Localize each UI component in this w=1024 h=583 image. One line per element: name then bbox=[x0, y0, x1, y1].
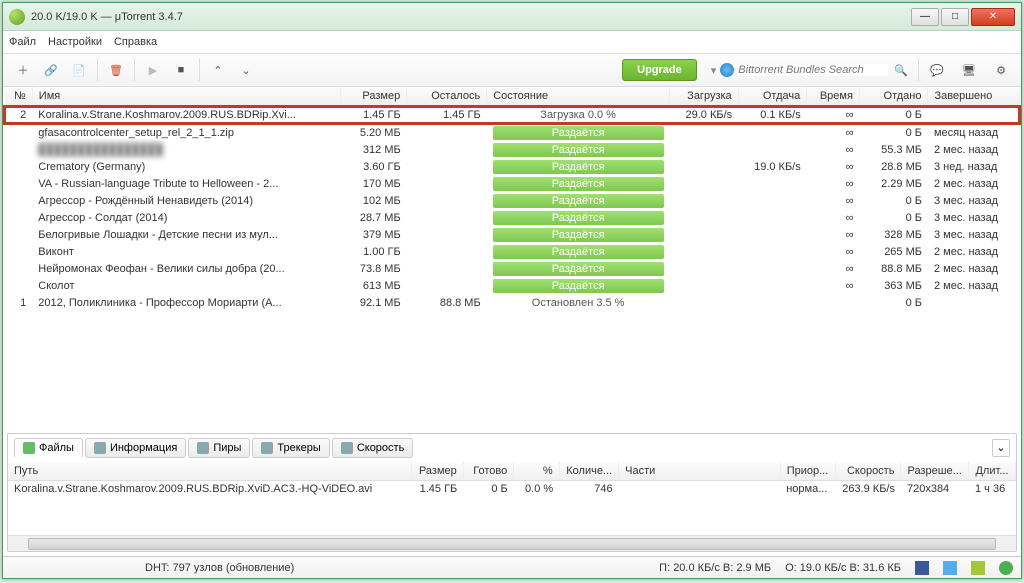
maximize-button[interactable]: □ bbox=[941, 8, 969, 26]
table-row[interactable]: 12012, Поликлиника - Профессор Мориарти … bbox=[5, 294, 1020, 311]
col-up[interactable]: Отдача bbox=[738, 87, 807, 107]
table-row[interactable]: Агрессор - Солдат (2014)28.7 МБРаздаётся… bbox=[5, 209, 1020, 226]
table-row[interactable]: VA - Russian-language Tribute to Hellowe… bbox=[5, 175, 1020, 192]
table-row[interactable]: Агрессор - Рождённый Ненавидеть (2014)10… bbox=[5, 192, 1020, 209]
remote-button[interactable]: 🖥 bbox=[955, 57, 983, 83]
table-row[interactable]: gfasacontrolcenter_setup_rel_2_1_1.zip5.… bbox=[5, 124, 1020, 142]
network-ok-icon[interactable] bbox=[999, 561, 1013, 575]
upgrade-button[interactable]: Upgrade bbox=[622, 59, 697, 81]
col-size[interactable]: Размер bbox=[340, 87, 406, 107]
spacer bbox=[3, 311, 1021, 429]
fcol-speed[interactable]: Скорость bbox=[835, 462, 901, 481]
fcol-pieces[interactable]: Количе... bbox=[559, 462, 618, 481]
table-row[interactable]: Koralina.v.Strane.Koshmarov.2009.RUS.BDR… bbox=[8, 480, 1016, 497]
facebook-icon[interactable] bbox=[915, 561, 929, 575]
table-row[interactable]: ████████████████312 МБРаздаётся∞55.3 МБ2… bbox=[5, 141, 1020, 158]
fcol-path[interactable]: Путь bbox=[8, 462, 412, 481]
torrent-list: № Имя Размер Осталось Состояние Загрузка… bbox=[3, 87, 1021, 311]
stop-button[interactable]: ■ bbox=[167, 57, 195, 83]
add-torrent-button[interactable]: ＋ bbox=[9, 57, 37, 83]
tab-files[interactable]: Файлы bbox=[14, 438, 83, 458]
move-down-button[interactable]: ⌄ bbox=[232, 57, 260, 83]
table-row[interactable]: Сколот613 МБРаздаётся∞363 МБ2 мес. назад bbox=[5, 277, 1020, 294]
dht-status: DHT: 797 узлов (обновление) bbox=[145, 562, 294, 574]
fcol-dur[interactable]: Длит... bbox=[969, 462, 1016, 481]
tab-peers[interactable]: Пиры bbox=[188, 438, 250, 458]
menu-settings[interactable]: Настройки bbox=[48, 36, 102, 48]
col-time[interactable]: Время bbox=[807, 87, 860, 107]
table-row[interactable]: Crematory (Germany)3.60 ГБРаздаётся19.0 … bbox=[5, 158, 1020, 175]
create-torrent-button[interactable]: 📄 bbox=[65, 57, 93, 83]
tab-trackers[interactable]: Трекеры bbox=[252, 438, 329, 458]
start-button[interactable]: ▶ bbox=[139, 57, 167, 83]
table-row[interactable]: Нейромонах Феофан - Велики силы добра (2… bbox=[5, 260, 1020, 277]
app-window: 20.0 K/19.0 K — μTorrent 3.4.7 — □ ✕ Фай… bbox=[2, 2, 1022, 579]
speed-icon bbox=[341, 442, 353, 454]
fcol-parts[interactable]: Части bbox=[619, 462, 781, 481]
search-input[interactable] bbox=[738, 64, 888, 76]
twitter-icon[interactable] bbox=[943, 561, 957, 575]
tab-info[interactable]: Информация bbox=[85, 438, 186, 458]
details-panel: Файлы Информация Пиры Трекеры Скорость ⌄… bbox=[7, 433, 1017, 553]
close-button[interactable]: ✕ bbox=[971, 8, 1015, 26]
details-tabs: Файлы Информация Пиры Трекеры Скорость ⌄ bbox=[8, 434, 1016, 462]
peers-icon bbox=[197, 442, 209, 454]
trackers-icon bbox=[261, 442, 273, 454]
expand-details-button[interactable]: ⌄ bbox=[992, 439, 1010, 457]
delete-button[interactable]: 🗑 bbox=[102, 57, 130, 83]
menu-file[interactable]: Файл bbox=[9, 36, 36, 48]
col-remain[interactable]: Осталось bbox=[407, 87, 487, 107]
col-given[interactable]: Отдано bbox=[859, 87, 928, 107]
table-row[interactable]: 2Koralina.v.Strane.Koshmarov.2009.RUS.BD… bbox=[5, 107, 1020, 124]
toolbar: ＋ 🔗 📄 🗑 ▶ ■ ⌃ ⌄ Upgrade ▾ 🔍 💬 🖥 ⚙ bbox=[3, 53, 1021, 87]
table-row[interactable]: Белогривые Лошадки - Детские песни из му… bbox=[5, 226, 1020, 243]
fcol-size[interactable]: Размер bbox=[412, 462, 463, 481]
titlebar[interactable]: 20.0 K/19.0 K — μTorrent 3.4.7 — □ ✕ bbox=[3, 3, 1021, 31]
col-down[interactable]: Загрузка bbox=[670, 87, 739, 107]
statusbar: DHT: 797 узлов (обновление) П: 20.0 КБ/с… bbox=[3, 556, 1021, 578]
chat-button[interactable]: 💬 bbox=[923, 57, 951, 83]
menubar: Файл Настройки Справка bbox=[3, 31, 1021, 53]
upload-rate: О: 19.0 КБ/с В: 31.6 КБ bbox=[785, 562, 901, 574]
app-icon bbox=[9, 9, 25, 25]
fcol-res[interactable]: Разреше... bbox=[901, 462, 969, 481]
fcol-done[interactable]: Готово bbox=[463, 462, 513, 481]
tab-speed[interactable]: Скорость bbox=[332, 438, 414, 458]
files-list: Путь Размер Готово % Количе... Части При… bbox=[8, 462, 1016, 536]
search-icon[interactable]: 🔍 bbox=[894, 64, 908, 77]
move-up-button[interactable]: ⌃ bbox=[204, 57, 232, 83]
info-icon bbox=[94, 442, 106, 454]
add-url-button[interactable]: 🔗 bbox=[37, 57, 65, 83]
fcol-prio[interactable]: Приор... bbox=[780, 462, 835, 481]
folder-icon bbox=[23, 442, 35, 454]
horizontal-scrollbar[interactable] bbox=[8, 535, 1016, 551]
globe-icon bbox=[720, 63, 734, 77]
col-done[interactable]: Завершено bbox=[928, 87, 1020, 107]
minimize-button[interactable]: — bbox=[911, 8, 939, 26]
col-name[interactable]: Имя bbox=[32, 87, 340, 107]
col-status[interactable]: Состояние bbox=[487, 87, 670, 107]
fcol-pct[interactable]: % bbox=[514, 462, 559, 481]
menu-help[interactable]: Справка bbox=[114, 36, 157, 48]
window-title: 20.0 K/19.0 K — μTorrent 3.4.7 bbox=[31, 11, 911, 23]
android-icon[interactable] bbox=[971, 561, 985, 575]
col-num[interactable]: № bbox=[5, 87, 33, 107]
download-rate: П: 20.0 КБ/с В: 2.9 МБ bbox=[659, 562, 771, 574]
preferences-button[interactable]: ⚙ bbox=[987, 57, 1015, 83]
table-row[interactable]: Виконт1.00 ГБРаздаётся∞265 МБ2 мес. наза… bbox=[5, 243, 1020, 260]
search-box: ▾ 🔍 bbox=[707, 63, 914, 77]
